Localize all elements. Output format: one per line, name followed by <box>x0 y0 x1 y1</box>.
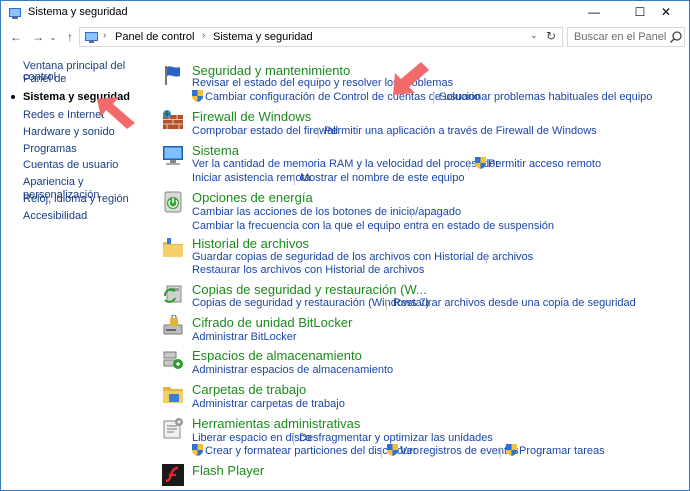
minimize-button[interactable]: — <box>571 1 617 23</box>
forward-button[interactable]: → <box>29 28 47 46</box>
breadcrumb-panel-de-control[interactable]: Panel de control <box>115 31 195 43</box>
link-separator <box>486 253 487 264</box>
title-bar: Sistema y seguridad — ☐ ✕ <box>1 1 689 25</box>
backup-restore-icon <box>164 285 182 303</box>
up-button[interactable]: ↑ <box>61 28 79 46</box>
category-title-flash[interactable]: Flash Player <box>192 463 264 478</box>
sidebar-item-accesibilidad[interactable]: Accesibilidad <box>23 210 87 223</box>
computer-icon <box>163 146 183 165</box>
active-bullet-icon <box>11 95 15 99</box>
link-iniciar-asistencia-remota[interactable]: Iniciar asistencia remota <box>192 172 311 184</box>
uac-shield-icon <box>387 444 398 456</box>
breadcrumb-sistema-y-seguridad[interactable]: Sistema y seguridad <box>213 31 313 43</box>
link-separator <box>500 447 501 458</box>
work-folders-icon <box>163 387 183 403</box>
category-title-firewall[interactable]: Firewall de Windows <box>192 109 311 124</box>
address-dropdown-chevron-icon[interactable]: ⌄ <box>530 30 538 41</box>
breadcrumb-separator: › <box>202 30 206 41</box>
link-frecuencia-suspension[interactable]: Cambiar la frecuencia con la que el equi… <box>192 220 554 232</box>
category-title-carpetas[interactable]: Carpetas de trabajo <box>192 382 306 397</box>
category-title-herramientas[interactable]: Herramientas administrativas <box>192 416 360 431</box>
link-acciones-botones[interactable]: Cambiar las acciones de los botones de i… <box>192 206 461 218</box>
category-title-bitlocker[interactable]: Cifrado de unidad BitLocker <box>192 315 352 330</box>
link-separator <box>381 447 382 458</box>
link-administrar-carpetas[interactable]: Administrar carpetas de trabajo <box>192 398 345 410</box>
link-mostrar-nombre-equipo[interactable]: Mostrar el nombre de este equipo <box>300 172 464 184</box>
firewall-icon <box>163 110 183 129</box>
annotation-arrow-left-icon <box>97 97 135 129</box>
window-title: Sistema y seguridad <box>28 6 128 18</box>
search-box[interactable] <box>567 27 685 47</box>
flag-icon <box>165 66 180 85</box>
link-programar-tareas[interactable]: Programar tareas <box>519 445 605 457</box>
link-separator <box>468 160 469 171</box>
search-input[interactable] <box>568 28 668 46</box>
category-title-seguridad[interactable]: Seguridad y mantenimiento <box>192 63 350 78</box>
link-administrar-bitlocker[interactable]: Administrar BitLocker <box>192 331 297 343</box>
navigation-bar: ← → ⌄ ↑ › Panel de control › Sistema y s… <box>1 25 689 49</box>
close-button[interactable]: ✕ <box>643 1 689 23</box>
link-separator <box>318 127 319 138</box>
control-panel-icon <box>9 8 21 19</box>
link-permitir-acceso-remoto[interactable]: Permitir acceso remoto <box>488 158 601 170</box>
uac-shield-icon <box>506 444 517 456</box>
search-icon[interactable] <box>669 30 683 44</box>
link-desfragmentar[interactable]: Desfragmentar y optimizar las unidades <box>299 432 493 444</box>
link-permitir-aplicacion[interactable]: Permitir una aplicación a través de Fire… <box>324 125 597 137</box>
link-administrar-espacios[interactable]: Administrar espacios de almacenamiento <box>192 364 393 376</box>
control-panel-icon <box>85 32 98 43</box>
power-options-icon <box>164 191 182 213</box>
control-panel-window: Sistema y seguridad — ☐ ✕ ← → ⌄ ↑ › Pane… <box>0 0 690 491</box>
sidebar-item-programas[interactable]: Programas <box>23 143 77 156</box>
category-title-sistema[interactable]: Sistema <box>192 143 239 158</box>
category-title-energia[interactable]: Opciones de energía <box>192 190 313 205</box>
recent-locations-chevron-icon[interactable]: ⌄ <box>47 28 59 46</box>
flash-player-icon <box>162 464 184 486</box>
refresh-icon[interactable]: ↻ <box>546 29 556 43</box>
category-title-copias[interactable]: Copias de seguridad y restauración (W... <box>192 282 427 297</box>
link-solucionar-problemas[interactable]: Solucionar problemas habituales del equi… <box>439 91 652 103</box>
link-comprobar-firewall[interactable]: Comprobar estado del firewall <box>192 125 338 137</box>
admin-tools-icon <box>163 418 183 439</box>
link-restaurar-archivos-historial[interactable]: Restaurar los archivos con Historial de … <box>192 264 424 276</box>
link-separator <box>433 93 434 104</box>
bitlocker-icon <box>163 315 183 335</box>
sidebar-item-cuentas-de-usuario[interactable]: Cuentas de usuario <box>23 159 118 172</box>
link-separator <box>294 174 295 185</box>
link-separator <box>411 208 412 219</box>
category-title-historial[interactable]: Historial de archivos <box>192 236 309 251</box>
address-bar[interactable]: › Panel de control › Sistema y seguridad… <box>79 27 563 47</box>
category-title-espacios[interactable]: Espacios de almacenamiento <box>192 348 362 363</box>
uac-shield-icon <box>475 157 486 169</box>
sidebar-item-ventana-principal-cont[interactable]: control <box>23 71 56 84</box>
link-separator <box>293 434 294 445</box>
storage-spaces-icon <box>163 351 183 369</box>
uac-shield-icon <box>192 90 203 102</box>
link-guardar-copias[interactable]: Guardar copias de seguridad de los archi… <box>192 251 533 263</box>
back-button[interactable]: ← <box>7 28 25 46</box>
uac-shield-icon <box>192 444 203 456</box>
breadcrumb-separator: › <box>103 30 107 41</box>
link-ver-memoria-ram[interactable]: Ver la cantidad de memoria RAM y la velo… <box>192 158 499 170</box>
link-restaurar-desde-copia[interactable]: Restaurar archivos desde una copia de se… <box>393 297 636 309</box>
file-history-icon <box>163 238 183 257</box>
sidebar-item-reloj-idioma-region[interactable]: Reloj, idioma y región <box>23 193 129 206</box>
annotation-arrow-right-icon <box>393 62 429 95</box>
link-separator <box>386 299 387 310</box>
